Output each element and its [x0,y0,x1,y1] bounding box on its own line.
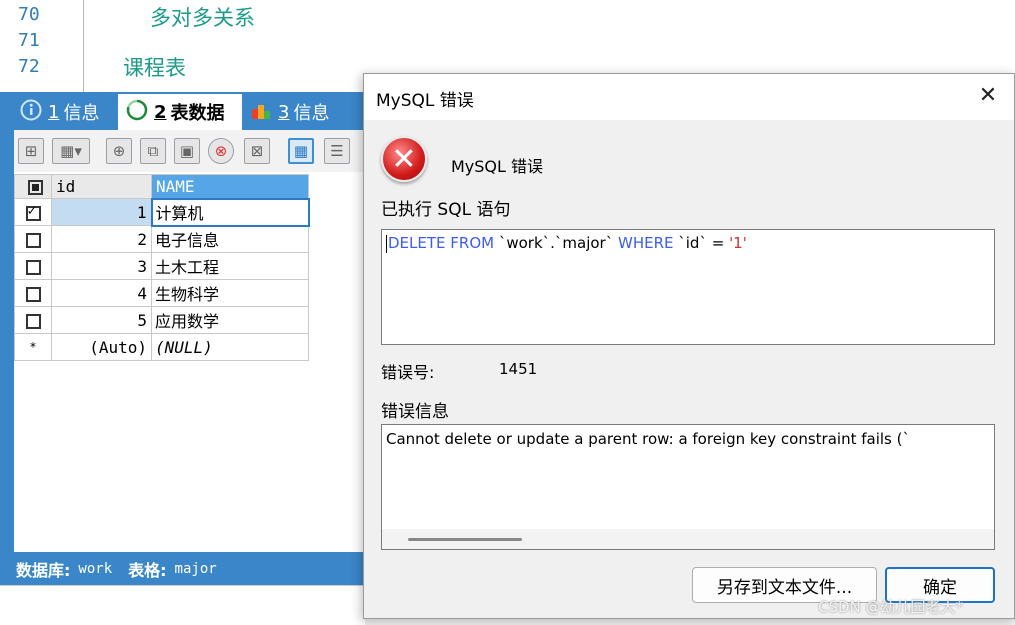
error-icon: ✕ [381,136,427,182]
table-row[interactable]: 4 生物科学 [14,279,309,307]
chart-icon [250,99,272,126]
column-header-name[interactable]: NAME [151,174,309,199]
table-row[interactable]: 2 电子信息 [14,225,309,253]
error-number: 1451 [499,360,538,378]
tab-number: 3 [278,101,290,123]
table-row[interactable]: 1 计算机 [14,197,310,227]
table-label: 表格: [128,560,167,580]
tab-label: 信息 [63,103,100,124]
add-row-icon[interactable]: ⊕ [106,138,132,164]
error-message-box[interactable]: Cannot delete or update a parent row: a … [381,424,995,550]
watermark: CSDN @幼儿园老大* [818,598,964,616]
duplicate-row-icon[interactable]: ⧉ [140,138,166,164]
delete-icon[interactable]: ⊗ [208,138,234,164]
cell-name[interactable]: 电子信息 [151,225,309,253]
cell-name[interactable]: 计算机 [150,197,310,227]
sql-keyword: DELETE FROM [388,234,495,252]
cell-id[interactable]: 3 [51,252,152,280]
row-checkbox[interactable] [14,279,52,307]
line-number: 70 [18,4,40,25]
results-panel: 1 信息 2 表数据 3 信息 ⊞ ▦▾ ⊕ ⧉ ▣ ⊗ ⊠ ▦ ☰ id NA… [0,92,365,585]
mysql-error-dialog: MySQL 错误 ✕ ✕ MySQL 错误 已执行 SQL 语句 DELETE … [363,73,1015,619]
tab-table-data[interactable]: 2 表数据 [118,94,242,130]
loading-icon [126,99,148,126]
new-row-marker: * [14,333,52,361]
cell-id[interactable]: (Auto) [51,333,152,361]
column-header-id[interactable]: id [51,174,152,199]
sql-statement-label: 已执行 SQL 语句 [381,200,511,220]
cell-id[interactable]: 5 [51,306,152,334]
sql-column: `id` = [673,234,730,252]
status-bar: 数据库: work 表格: major [0,552,365,585]
grid-view-icon[interactable]: ▦ [288,138,314,164]
insert-row-icon[interactable]: ⊞ [18,138,44,164]
form-view-icon[interactable]: ☰ [324,138,350,164]
dialog-title: MySQL 错误 [376,91,474,111]
cell-name[interactable]: 应用数学 [151,306,309,334]
bottom-strip [0,585,365,625]
grid-view-dropdown-icon[interactable]: ▦▾ [52,138,90,164]
sql-value: '1' [729,234,747,252]
table-value: major [174,560,217,577]
line-number: 71 [18,30,40,51]
code-line[interactable]: 多对多关系 [150,2,255,32]
sql-statement-box[interactable]: DELETE FROM `work`.`major` WHERE `id` = … [381,229,995,345]
table-header-row: id NAME [14,174,309,199]
tab-number: 2 [154,101,167,123]
cell-name[interactable]: 土木工程 [151,252,309,280]
new-row[interactable]: * (Auto) (NULL) [14,333,309,361]
error-message-label: 错误信息 [381,402,449,422]
line-number: 72 [18,56,40,77]
tab-number: 1 [48,101,60,123]
cell-id[interactable]: 1 [51,198,152,226]
cell-id[interactable]: 2 [51,225,152,253]
database-value: work [78,560,113,577]
data-grid: id NAME 1 计算机 2 电子信息 3 土木工程 4 生物科学 [14,172,365,552]
cell-id[interactable]: 4 [51,279,152,307]
table-row[interactable]: 3 土木工程 [14,252,309,280]
row-checkbox[interactable] [14,225,52,253]
error-message-text: Cannot delete or update a parent row: a … [386,430,910,448]
tab-info[interactable]: 1 信息 [20,94,115,130]
row-checkbox[interactable] [14,198,52,226]
close-icon[interactable]: ✕ [976,84,1000,108]
tab-info-3[interactable]: 3 信息 [250,94,360,130]
cell-name[interactable]: 生物科学 [151,279,309,307]
dialog-heading: MySQL 错误 [451,157,544,176]
database-label: 数据库: [16,560,71,580]
horizontal-scrollbar[interactable] [382,529,994,549]
code-line[interactable]: 课程表 [123,52,186,82]
scrollbar-thumb[interactable] [408,538,522,541]
sql-keyword: WHERE [618,234,674,252]
table-row[interactable]: 5 应用数学 [14,306,309,334]
delete-rows-icon[interactable]: ⊠ [244,138,270,164]
text-caret [386,234,387,253]
row-checkbox[interactable] [14,306,52,334]
line-number-gutter: 70 71 72 [0,0,84,92]
tab-label: 信息 [293,103,330,124]
info-icon [20,99,42,126]
panel-tabs: 1 信息 2 表数据 3 信息 [0,92,365,130]
sql-table: `work`.`major` [494,234,618,252]
error-number-label: 错误号: [381,363,435,382]
tab-label: 表数据 [170,103,225,124]
select-all-checkbox[interactable] [14,174,52,199]
cell-name[interactable]: (NULL) [151,333,309,361]
save-icon[interactable]: ▣ [174,138,200,164]
dialog-titlebar[interactable]: MySQL 错误 ✕ [364,74,1014,120]
row-checkbox[interactable] [14,252,52,280]
result-table: id NAME 1 计算机 2 电子信息 3 土木工程 4 生物科学 [14,174,310,361]
grid-toolbar: ⊞ ▦▾ ⊕ ⧉ ▣ ⊗ ⊠ ▦ ☰ [14,130,365,172]
